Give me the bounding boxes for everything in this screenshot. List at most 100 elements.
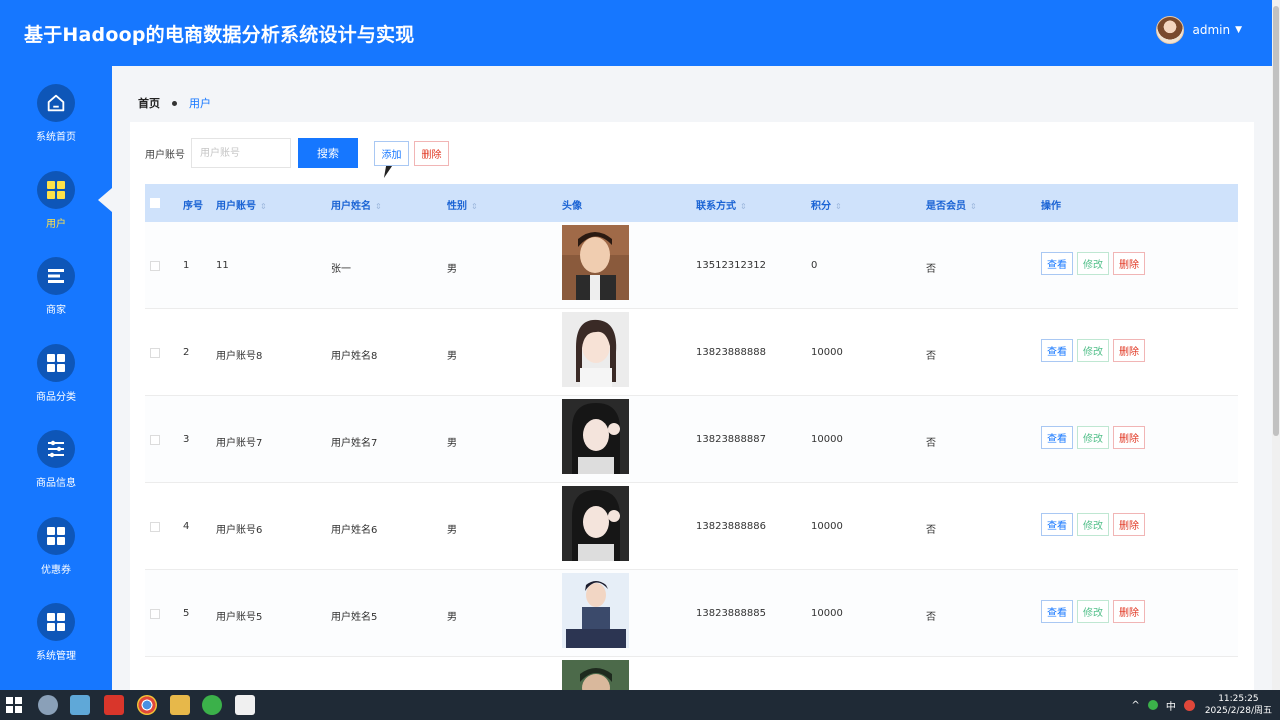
cell-name: 用户姓名7 — [331, 438, 378, 449]
edit-button[interactable]: 修改 — [1077, 426, 1109, 449]
sidebar-item-label: 优惠券 — [41, 565, 71, 576]
home-icon — [37, 84, 75, 122]
row-checkbox[interactable] — [150, 348, 160, 358]
row-checkbox[interactable] — [150, 261, 160, 271]
column-header-points[interactable]: 积分 ⇕ — [811, 197, 842, 212]
username[interactable]: admin — [1192, 23, 1230, 37]
cell-account: 用户账号6 — [216, 525, 263, 536]
cell-gender: 男 — [447, 351, 457, 362]
sidebar-item-label: 商品分类 — [36, 392, 76, 403]
user-avatar-image — [562, 486, 629, 561]
table-row: 1 11 张一 男 13512312312 0 否 查看 修改 删除 — [145, 222, 1238, 309]
breadcrumb-current: 用户 — [189, 97, 211, 110]
sliders-icon — [37, 430, 75, 468]
scrollbar-thumb[interactable] — [1273, 6, 1279, 436]
wechat-tray-icon[interactable] — [1147, 700, 1158, 710]
avatar[interactable] — [1156, 16, 1185, 44]
column-header-phone[interactable]: 联系方式 ⇕ — [696, 197, 747, 212]
app-tray-icon[interactable] — [1183, 699, 1195, 711]
cell-phone: 13512312312 — [696, 260, 766, 271]
view-button[interactable]: 查看 — [1041, 426, 1073, 449]
row-checkbox[interactable] — [150, 609, 160, 619]
windows-start-icon[interactable] — [6, 697, 22, 713]
sidebar-item-category[interactable]: 商品分类 — [0, 344, 112, 424]
chrome-icon[interactable] — [137, 695, 157, 715]
sidebar-item-product[interactable]: 商品信息 — [0, 430, 112, 510]
sort-icon: ⇕ — [375, 202, 382, 211]
delete-button[interactable]: 删除 — [1113, 513, 1145, 536]
app-title: 基于Hadoop的电商数据分析系统设计与实现 — [24, 24, 415, 46]
column-header-member[interactable]: 是否会员 ⇕ — [926, 197, 977, 212]
notepad-icon[interactable] — [70, 695, 90, 715]
edit-button[interactable]: 修改 — [1077, 600, 1109, 623]
user-menu[interactable]: admin ▼ — [1156, 16, 1242, 44]
grid-icon — [37, 171, 75, 209]
cell-name: 用户姓名5 — [331, 612, 378, 623]
user-avatar-image — [562, 399, 629, 474]
sidebar-item-merchant[interactable]: 商家 — [0, 257, 112, 337]
column-header-account[interactable]: 用户账号 ⇕ — [216, 197, 267, 212]
sidebar-item-user[interactable]: 用户 — [0, 171, 112, 251]
view-button[interactable]: 查看 — [1041, 600, 1073, 623]
os-taskbar: ^ 中 11:25:25 2025/2/28/周五 — [0, 690, 1280, 720]
cell-phone: 13823888885 — [696, 608, 766, 619]
cell-no: 5 — [183, 608, 190, 619]
cell-gender: 男 — [447, 264, 457, 275]
delete-button[interactable]: 删除 — [1113, 252, 1145, 275]
sort-icon: ⇕ — [970, 202, 977, 211]
column-header-gender[interactable]: 性别 ⇕ — [447, 197, 478, 212]
system-tray: ^ 中 11:25:25 2025/2/28/周五 — [1131, 690, 1272, 720]
sidebar: 系统首页 用户 商家 商品分类 商品信息 优惠券 系统管理 — [0, 66, 112, 690]
office-doc-icon[interactable] — [235, 695, 255, 715]
select-all-checkbox[interactable] — [150, 198, 160, 208]
row-actions: 查看 修改 删除 — [1041, 339, 1149, 362]
sort-icon: ⇕ — [835, 202, 842, 211]
row-checkbox[interactable] — [150, 522, 160, 532]
sidebar-item-label: 系统管理 — [36, 651, 76, 662]
delete-button[interactable]: 删除 — [1113, 426, 1145, 449]
sidebar-item-coupon[interactable]: 优惠券 — [0, 517, 112, 597]
settings-gear-icon[interactable] — [38, 695, 58, 715]
cell-account: 11 — [216, 260, 229, 271]
add-button[interactable]: 添加 — [374, 140, 409, 166]
view-button[interactable]: 查看 — [1041, 339, 1073, 362]
folder-icon[interactable] — [170, 695, 190, 715]
clock-date: 2025/2/28/周五 — [1204, 706, 1272, 716]
ime-indicator[interactable]: 中 — [1166, 698, 1176, 713]
cell-no: 3 — [183, 434, 190, 445]
cell-account: 用户账号8 — [216, 351, 263, 362]
cell-name: 张一 — [331, 264, 351, 275]
chevron-down-icon[interactable]: ▼ — [1235, 25, 1242, 35]
breadcrumb-home[interactable]: 首页 — [138, 95, 160, 111]
row-actions: 查看 修改 删除 — [1041, 252, 1149, 275]
search-button[interactable]: 搜索 — [298, 138, 358, 168]
cell-account: 用户账号7 — [216, 438, 263, 449]
row-checkbox[interactable] — [150, 435, 160, 445]
cell-name: 用户姓名8 — [331, 351, 378, 362]
sidebar-item-home[interactable]: 系统首页 — [0, 84, 112, 164]
edit-button[interactable]: 修改 — [1077, 252, 1109, 275]
tray-expand-icon[interactable]: ^ — [1131, 700, 1139, 711]
grid-icon — [37, 344, 75, 382]
wps-icon[interactable] — [104, 695, 124, 715]
system-clock[interactable]: 11:25:25 2025/2/28/周五 — [1205, 693, 1272, 717]
search-input[interactable] — [191, 138, 291, 168]
batch-delete-button[interactable]: 删除 — [414, 140, 449, 166]
cell-points: 10000 — [811, 521, 843, 532]
edit-button[interactable]: 修改 — [1077, 513, 1109, 536]
table-row: 4 用户账号6 用户姓名6 男 13823888886 10000 否 查看 修… — [145, 483, 1238, 570]
sort-icon: ⇕ — [740, 202, 747, 211]
wechat-icon[interactable] — [202, 695, 222, 715]
edit-button[interactable]: 修改 — [1077, 339, 1109, 362]
view-button[interactable]: 查看 — [1041, 252, 1073, 275]
delete-button[interactable]: 删除 — [1113, 600, 1145, 623]
sidebar-item-system[interactable]: 系统管理 — [0, 603, 112, 683]
cell-no: 1 — [183, 260, 190, 271]
column-header-name[interactable]: 用户姓名 ⇕ — [331, 197, 382, 212]
row-actions: 查看 修改 删除 — [1041, 426, 1149, 449]
cell-member: 否 — [926, 351, 936, 362]
delete-button[interactable]: 删除 — [1113, 339, 1145, 362]
page-scrollbar[interactable] — [1272, 0, 1280, 690]
view-button[interactable]: 查看 — [1041, 513, 1073, 536]
table-header: 序号 用户账号 ⇕ 用户姓名 ⇕ 性别 ⇕ 头像 联系方式 ⇕ 积分 ⇕ 是否会员 ⇕ 操作 — [145, 184, 1238, 222]
